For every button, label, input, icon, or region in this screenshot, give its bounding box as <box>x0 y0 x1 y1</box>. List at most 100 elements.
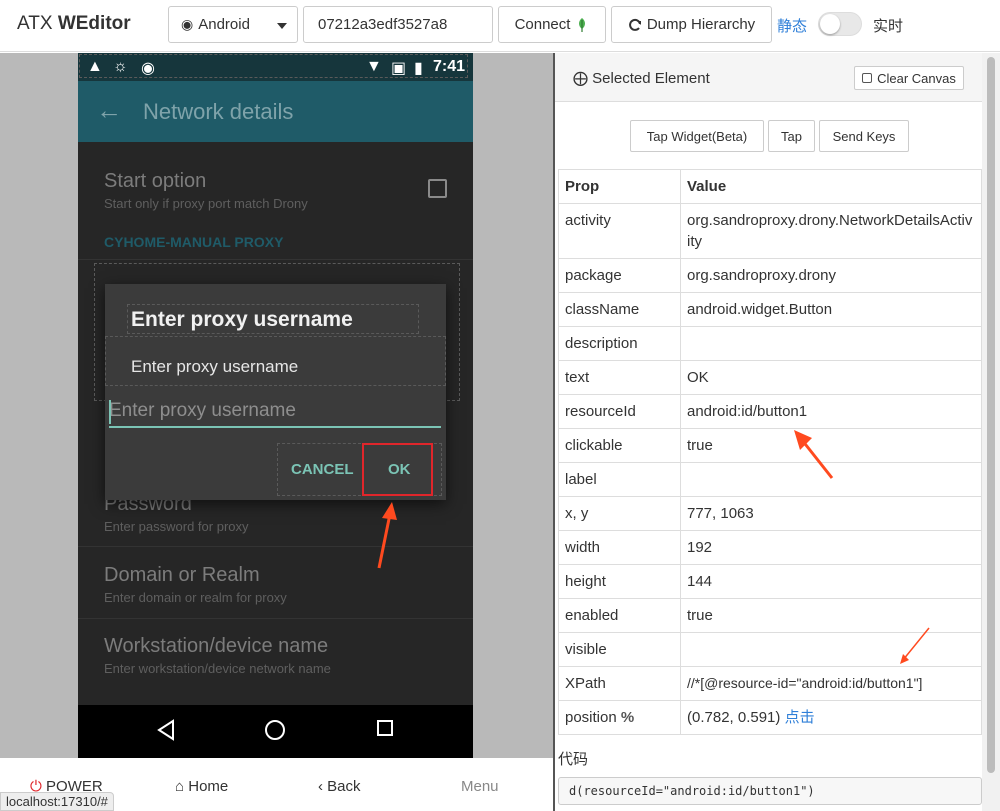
device-nav-bar <box>78 705 473 758</box>
nav-recents-icon[interactable] <box>376 719 394 737</box>
home-icon: ⌂ <box>175 778 185 795</box>
toggle-knob <box>820 14 840 34</box>
pref-domain[interactable]: Domain or Realm Enter domain or realm fo… <box>104 564 287 605</box>
platform-select[interactable]: ◉ Android <box>168 6 298 43</box>
checkbox-icon <box>862 73 873 83</box>
prop-name: visible <box>558 632 681 667</box>
scrollbar-thumb[interactable] <box>987 57 995 773</box>
chevron-down-icon <box>277 23 287 29</box>
code-label: 代码 <box>558 751 589 768</box>
mode-live-label: 实时 <box>873 18 904 35</box>
prop-value: 144 <box>680 564 982 599</box>
table-row: label <box>558 462 982 497</box>
pref-start-option[interactable]: Start option Start only if proxy port ma… <box>104 170 308 211</box>
arrow-left-icon[interactable]: ← <box>96 95 122 126</box>
xpath-value: //*[@resource-id="android:id/button1"] <box>680 666 982 701</box>
position-value: (0.782, 0.591) <box>687 709 781 726</box>
platform-value: Android <box>198 16 250 33</box>
nav-back-icon[interactable] <box>156 719 176 741</box>
inspector-title-text: Selected Element <box>592 70 710 87</box>
table-row: package org.sandroproxy.drony <box>558 258 982 293</box>
pref-title: Domain or Realm <box>104 564 260 586</box>
table-row: resourceId android:id/button1 <box>558 394 982 429</box>
prop-name: enabled <box>558 598 681 633</box>
brand-prefix: ATX <box>17 13 53 34</box>
prop-value: org.sandroproxy.drony.NetworkDetailsActi… <box>680 203 982 259</box>
divider <box>78 618 473 619</box>
pref-title: Workstation/device name <box>104 635 329 657</box>
prop-value: true <box>680 598 982 633</box>
code-snippet[interactable]: d(resourceId="android:id/button1") <box>558 777 982 805</box>
prop-name: clickable <box>558 428 681 463</box>
column-header-prop: Prop <box>558 169 681 204</box>
pref-summary: Enter domain or realm for proxy <box>104 590 287 605</box>
tap-button[interactable]: Tap <box>768 120 815 152</box>
table-row: height 144 <box>558 564 982 599</box>
prop-value <box>680 462 982 497</box>
connect-button[interactable]: Connect <box>498 6 606 43</box>
nav-home-icon[interactable] <box>264 719 286 741</box>
table-row: width 192 <box>558 530 982 565</box>
android-icon: ◉ <box>181 16 194 32</box>
back-button[interactable]: ‹ Back <box>318 778 361 795</box>
table-row: visible <box>558 632 982 667</box>
table-row: enabled true <box>558 598 982 633</box>
scrollbar[interactable] <box>982 53 1000 811</box>
live-mode-toggle[interactable] <box>818 12 862 36</box>
top-navbar: ATX WEditor ◉ Android Connect Dump Hiera… <box>0 0 1000 52</box>
text-cursor <box>109 400 111 424</box>
inspector-panel: ⨁ Selected Element Clear Canvas Tap Widg… <box>553 53 1000 811</box>
pref-workstation[interactable]: Workstation/device name Enter workstatio… <box>104 635 331 676</box>
prop-name: resourceId <box>558 394 681 429</box>
prop-value: 777, 1063 <box>680 496 982 531</box>
prop-value: 192 <box>680 530 982 565</box>
inspector-header: ⨁ Selected Element Clear Canvas <box>555 53 982 102</box>
properties-table: Prop Value activity org.sandroproxy.drony… <box>558 169 982 735</box>
table-row: clickable true <box>558 428 982 463</box>
prop-name: x, y <box>558 496 681 531</box>
divider <box>78 259 473 260</box>
pref-title: Start option <box>104 170 207 192</box>
dump-hierarchy-button[interactable]: Dump Hierarchy <box>611 6 772 43</box>
table-row: x, y 777, 1063 <box>558 496 982 531</box>
prop-name: label <box>558 462 681 497</box>
click-position-link[interactable]: 点击 <box>785 709 815 726</box>
username-input[interactable] <box>109 396 441 428</box>
menu-button[interactable]: Menu <box>461 778 499 795</box>
column-header-value: Value <box>680 169 982 204</box>
prop-name: position % <box>558 700 681 735</box>
prop-value <box>680 632 982 667</box>
clear-canvas-button[interactable]: Clear Canvas <box>854 66 964 90</box>
prop-name: description <box>558 326 681 361</box>
prop-value <box>680 326 982 361</box>
serial-input[interactable] <box>303 6 493 43</box>
dialog-ok-button[interactable]: OK <box>388 461 411 478</box>
brand-logo: ATX WEditor <box>17 13 131 35</box>
hierarchy-outline <box>79 54 468 78</box>
prop-name: activity <box>558 203 681 259</box>
crosshair-icon: ⨁ <box>573 70 588 87</box>
table-row: text OK <box>558 360 982 395</box>
device-app-title: Network details <box>143 99 294 124</box>
dump-hierarchy-label: Dump Hierarchy <box>646 16 756 33</box>
prop-value: true <box>680 428 982 463</box>
dialog-cancel-button[interactable]: CANCEL <box>291 461 354 478</box>
leaf-icon <box>579 17 586 32</box>
prop-value: android.widget.Button <box>680 292 982 327</box>
table-row: XPath//*[@resource-id="android:id/button… <box>558 666 982 701</box>
pref-summary: Enter workstation/device network name <box>104 661 331 676</box>
home-button[interactable]: ⌂ Home <box>175 778 228 795</box>
prop-value: org.sandroproxy.drony <box>680 258 982 293</box>
start-option-checkbox[interactable] <box>428 179 447 198</box>
table-row: position % (0.782, 0.591) 点击 <box>558 700 982 735</box>
refresh-icon <box>628 18 641 31</box>
device-screen[interactable]: ▲ ☼ ◉ ▼ ▣ ▮ 7:41 ← Network details Start… <box>78 53 473 758</box>
prop-name: width <box>558 530 681 565</box>
inspector-title: ⨁ Selected Element <box>573 69 710 87</box>
pref-section-header: CYHOME-MANUAL PROXY <box>104 234 284 250</box>
prop-name: text <box>558 360 681 395</box>
table-row: activity org.sandroproxy.drony.NetworkDet… <box>558 203 982 259</box>
tap-widget-button[interactable]: Tap Widget(Beta) <box>630 120 764 152</box>
send-keys-button[interactable]: Send Keys <box>819 120 909 152</box>
prop-value: OK <box>680 360 982 395</box>
